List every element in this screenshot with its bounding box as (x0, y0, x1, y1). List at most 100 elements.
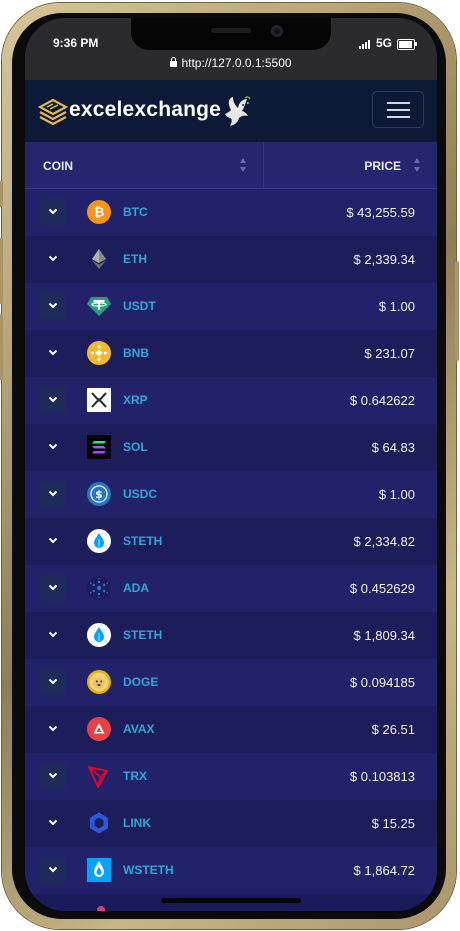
address-bar[interactable]: http://127.0.0.1:5500 (25, 56, 437, 70)
coin-symbol[interactable]: BNB (123, 346, 149, 360)
expand-row-button[interactable] (40, 199, 66, 225)
coin-symbol[interactable]: XRP (123, 393, 148, 407)
lock-icon (170, 57, 178, 67)
coin-symbol[interactable]: DOGE (123, 675, 158, 689)
home-indicator[interactable] (161, 898, 301, 903)
speaker-grille (211, 28, 251, 33)
table-row[interactable]: STETH $ 1,809.34 (25, 612, 437, 659)
network-label: 5G (376, 36, 393, 50)
tron-icon (87, 765, 109, 788)
svg-text:$: $ (95, 488, 103, 501)
steth-icon (87, 623, 111, 647)
coin-price: $ 0.452629 (349, 581, 415, 596)
coin-price: $ 2,334.82 (353, 534, 415, 549)
chevron-down-icon (48, 255, 58, 262)
coin-symbol[interactable]: WSTETH (123, 863, 174, 877)
power-button (455, 261, 459, 361)
bnb-icon (87, 341, 111, 365)
expand-row-button[interactable] (40, 669, 66, 695)
signal-icon (359, 39, 373, 49)
coin-symbol[interactable]: AVAX (123, 722, 155, 736)
ethereum-icon (92, 249, 106, 269)
coin-symbol[interactable]: ADA (123, 581, 149, 595)
table-row[interactable]: LINK $ 15.25 (25, 800, 437, 847)
coin-price: $ 1,864.72 (353, 863, 415, 878)
coin-price: $ 0.642622 (349, 393, 415, 408)
chevron-down-icon (48, 443, 58, 450)
chevron-down-icon (48, 678, 58, 685)
table-row[interactable]: WSTETH $ 1,864.72 (25, 847, 437, 894)
coin-price: $ 15.25 (371, 816, 415, 831)
wsteth-icon (87, 858, 111, 882)
table-row[interactable]: ETH $ 2,339.34 (25, 236, 437, 283)
usdc-icon: $ (87, 482, 111, 506)
expand-row-button[interactable] (40, 810, 66, 836)
notch (131, 18, 331, 50)
coin-price: $ 43,255.59 (346, 205, 415, 220)
table-row[interactable]: USDT $ 1.00 (25, 283, 437, 330)
coin-symbol[interactable]: USDT (123, 299, 156, 313)
table-row[interactable]: XRP $ 0.642622 (25, 377, 437, 424)
table-row[interactable]: DOGE $ 0.094185 (25, 659, 437, 706)
status-time: 9:36 PM (53, 36, 99, 50)
partial-coin-icon (97, 906, 105, 911)
coin-symbol[interactable]: USDC (123, 487, 157, 501)
menu-toggle-button[interactable] (372, 91, 424, 128)
coin-table-body: ₿ BTC $ 43,255.59 ETH $ 2,339.34 USDT $ 1.00 BN… (25, 189, 437, 894)
table-row[interactable]: STETH $ 2,334.82 (25, 518, 437, 565)
coin-symbol[interactable]: ETH (123, 252, 147, 266)
expand-row-button[interactable] (40, 763, 66, 789)
table-header: COIN PRICE (25, 142, 437, 189)
expand-row-button[interactable] (40, 575, 66, 601)
chevron-down-icon (48, 302, 58, 309)
sort-icon[interactable] (413, 158, 422, 172)
coin-symbol[interactable]: STETH (123, 628, 162, 642)
table-row[interactable]: SOL $ 64.83 (25, 424, 437, 471)
table-row[interactable]: AVAX $ 26.51 (25, 706, 437, 753)
chevron-down-icon (48, 490, 58, 497)
expand-row-button[interactable] (40, 246, 66, 272)
sort-icon[interactable] (239, 158, 248, 172)
expand-row-button[interactable] (40, 293, 66, 319)
expand-row-button[interactable] (40, 857, 66, 883)
status-bar: 9:36 PM 5G http://127.0.0.1:5500 (25, 18, 437, 80)
table-row[interactable]: ₿ BTC $ 43,255.59 (25, 189, 437, 236)
coin-price: $ 2,339.34 (353, 252, 415, 267)
expand-row-button[interactable] (40, 528, 66, 554)
avalanche-icon (87, 717, 111, 741)
solana-icon (87, 435, 111, 459)
column-header-coin[interactable]: COIN (43, 159, 73, 173)
brand-name[interactable]: excelexchange (69, 98, 221, 122)
coin-symbol[interactable]: LINK (123, 816, 151, 830)
table-row[interactable]: $ USDC $ 1.00 (25, 471, 437, 518)
cardano-icon (87, 576, 111, 600)
steth-icon (87, 529, 111, 553)
front-camera (271, 25, 283, 37)
side-button (0, 181, 3, 207)
phone-screen: 9:36 PM 5G http://127.0.0.1:5500 excelex… (25, 18, 437, 911)
coin-price: $ 1.00 (378, 487, 415, 502)
svg-text:₿: ₿ (94, 206, 105, 221)
expand-row-button[interactable] (40, 387, 66, 413)
chevron-down-icon (48, 631, 58, 638)
expand-row-button[interactable] (40, 481, 66, 507)
table-row[interactable]: ADA $ 0.452629 (25, 565, 437, 612)
column-header-price[interactable]: PRICE (364, 159, 401, 173)
volume-down-button (0, 314, 3, 380)
xrp-icon (87, 388, 111, 412)
coin-symbol[interactable]: TRX (123, 769, 147, 783)
coin-symbol[interactable]: STETH (123, 534, 162, 548)
expand-row-button[interactable] (40, 434, 66, 460)
chevron-down-icon (48, 208, 58, 215)
chevron-down-icon (48, 772, 58, 779)
coin-symbol[interactable]: BTC (123, 205, 148, 219)
table-row[interactable]: TRX $ 0.103813 (25, 753, 437, 800)
layers-logo-icon[interactable] (38, 98, 68, 128)
expand-row-button[interactable] (40, 716, 66, 742)
table-row[interactable]: BNB $ 231.07 (25, 330, 437, 377)
coin-price: $ 0.103813 (349, 769, 415, 784)
coin-symbol[interactable]: SOL (123, 440, 148, 454)
expand-row-button[interactable] (40, 622, 66, 648)
tether-icon (87, 297, 111, 316)
expand-row-button[interactable] (40, 340, 66, 366)
